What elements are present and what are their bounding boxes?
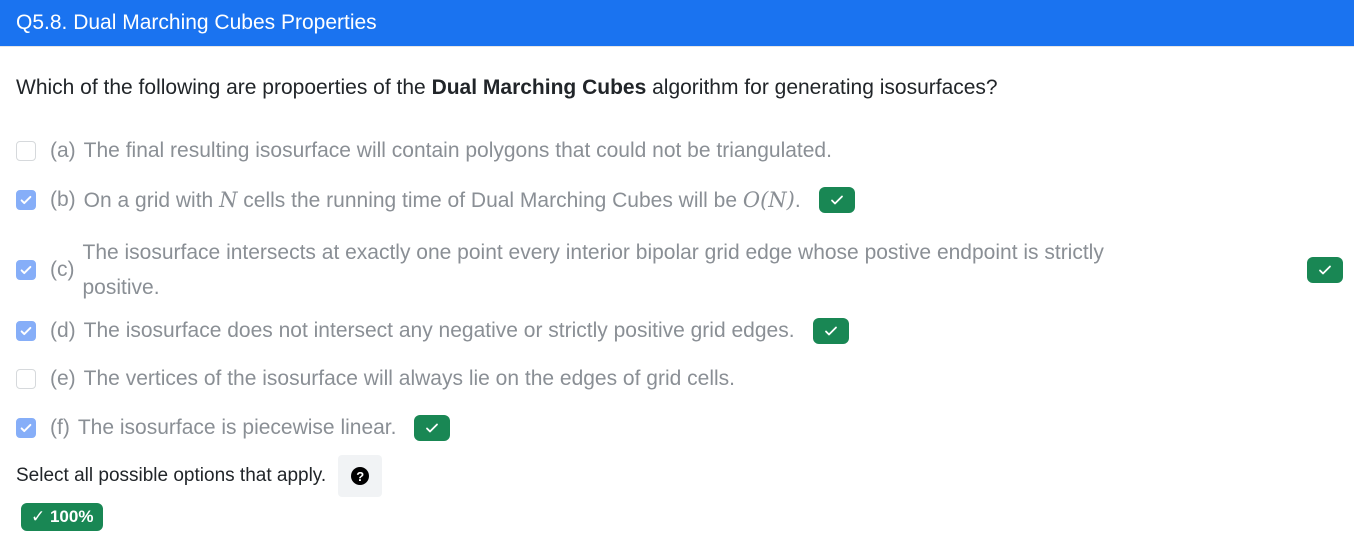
check-icon bbox=[20, 423, 32, 433]
question-title: Q5.8. Dual Marching Cubes Properties bbox=[16, 11, 377, 34]
correct-badge bbox=[812, 318, 849, 344]
option-b[interactable]: (b) On a grid with N cells the running t… bbox=[16, 187, 855, 213]
option-a[interactable]: (a) The final resulting isosurface will … bbox=[16, 139, 832, 163]
question-circle-icon: ? bbox=[351, 467, 370, 485]
prompt-prefix: Which of the following are propoerties o… bbox=[16, 76, 432, 99]
option-text-part: cells the running time of Dual Marching … bbox=[237, 188, 743, 212]
score-badge: ✓ 100% bbox=[21, 503, 104, 531]
option-letter: (a) bbox=[50, 139, 76, 162]
check-icon bbox=[1319, 265, 1331, 275]
option-letter: (e) bbox=[50, 367, 76, 390]
checkbox-e[interactable] bbox=[16, 369, 36, 389]
check-icon bbox=[20, 265, 32, 275]
select-hint: Select all possible options that apply. … bbox=[16, 455, 383, 497]
option-text: The vertices of the isosurface will alwa… bbox=[83, 367, 735, 390]
option-e[interactable]: (e) The vertices of the isosurface will … bbox=[16, 367, 735, 391]
correct-badge bbox=[414, 415, 451, 441]
question-header: Q5.8. Dual Marching Cubes Properties bbox=[0, 0, 1354, 47]
option-text-line: The isosurface intersects at exactly one… bbox=[82, 241, 1104, 264]
prompt-suffix: algorithm for generating isosurfaces? bbox=[646, 76, 998, 99]
check-icon bbox=[830, 195, 843, 205]
math-n: N bbox=[219, 187, 238, 212]
option-text: The final resulting isosurface will cont… bbox=[83, 139, 832, 162]
option-letter: (f) bbox=[50, 416, 70, 439]
option-c[interactable]: (c) The isosurface intersects at exactly… bbox=[16, 235, 1343, 305]
prompt-bold: Dual Marching Cubes bbox=[431, 76, 647, 99]
option-letter: (c) bbox=[50, 258, 75, 281]
option-text: The isosurface intersects at exactly one… bbox=[83, 235, 1308, 305]
hint-text: Select all possible options that apply. bbox=[16, 465, 327, 486]
check-icon bbox=[426, 423, 439, 433]
option-text: On a grid with N cells the running time … bbox=[84, 188, 801, 213]
checkbox-d[interactable] bbox=[16, 321, 36, 341]
check-icon bbox=[20, 326, 32, 336]
check-icon bbox=[20, 195, 32, 205]
checkbox-f[interactable] bbox=[16, 418, 36, 438]
option-f[interactable]: (f) The isosurface is piecewise linear. bbox=[16, 415, 451, 441]
correct-badge bbox=[818, 187, 855, 213]
option-text: The isosurface is piecewise linear. bbox=[77, 416, 397, 439]
checkbox-b[interactable] bbox=[16, 190, 36, 210]
help-button[interactable]: ? bbox=[338, 455, 383, 497]
math-big-o: O(N) bbox=[742, 187, 795, 212]
check-icon bbox=[824, 326, 837, 336]
option-text-part: On a grid with bbox=[83, 188, 220, 212]
correct-badge bbox=[1307, 257, 1343, 283]
option-letter: (d) bbox=[50, 319, 76, 342]
checkbox-c[interactable] bbox=[16, 260, 36, 280]
option-d[interactable]: (d) The isosurface does not intersect an… bbox=[16, 318, 849, 344]
option-text: The isosurface does not intersect any ne… bbox=[83, 319, 795, 342]
option-text-part: . bbox=[794, 188, 801, 212]
question-prompt: Which of the following are propoerties o… bbox=[16, 76, 998, 100]
checkbox-a[interactable] bbox=[16, 141, 36, 161]
option-letter: (b) bbox=[50, 188, 76, 211]
option-text-line: positive. bbox=[82, 276, 160, 299]
